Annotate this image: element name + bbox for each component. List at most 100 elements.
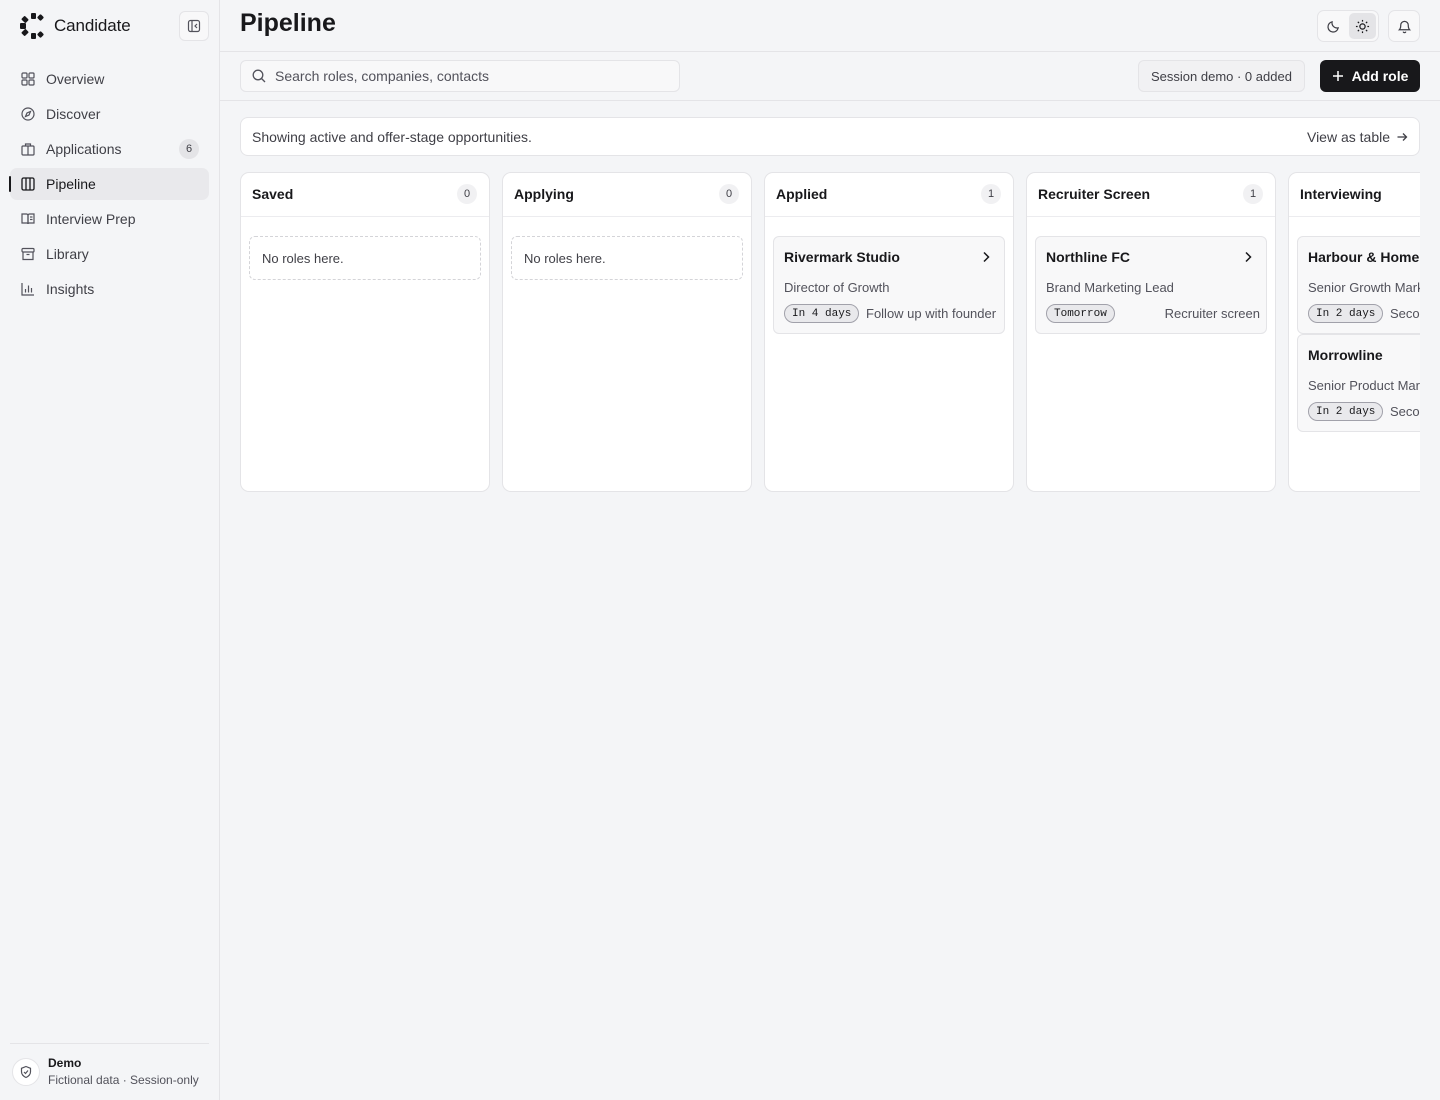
filter-description: Showing active and offer-stage opportuni… bbox=[252, 129, 532, 145]
column-header: Saved 0 bbox=[241, 173, 489, 217]
column-interviewing: Interviewing Harbour & Home Senior Growt… bbox=[1288, 172, 1420, 492]
sidebar-item-label: Applications bbox=[46, 141, 122, 157]
sidebar-item-insights[interactable]: Insights bbox=[10, 273, 209, 305]
due-badge: In 2 days bbox=[1308, 304, 1384, 323]
empty-state: No roles here. bbox=[511, 236, 743, 280]
dark-mode-button[interactable] bbox=[1320, 13, 1347, 39]
card-next-step: Second interview bbox=[1390, 404, 1420, 419]
add-role-label: Add role bbox=[1351, 68, 1409, 84]
column-saved: Saved 0 No roles here. bbox=[240, 172, 490, 492]
sidebar-item-label: Discover bbox=[46, 106, 101, 122]
column-header: Applied 1 bbox=[765, 173, 1013, 217]
column-count: 0 bbox=[719, 184, 739, 204]
page-title: Pipeline bbox=[240, 9, 336, 37]
light-mode-button[interactable] bbox=[1349, 13, 1376, 39]
sidebar-item-label: Interview Prep bbox=[46, 211, 136, 227]
column-title: Applying bbox=[514, 186, 574, 202]
plus-icon bbox=[1332, 71, 1343, 81]
card-company: Harbour & Home bbox=[1308, 249, 1420, 265]
notifications-button[interactable] bbox=[1388, 10, 1420, 42]
role-card[interactable]: Harbour & Home Senior Growth Marketing M… bbox=[1297, 236, 1420, 334]
card-role: Senior Growth Marketing Manager bbox=[1308, 280, 1420, 295]
column-count: 0 bbox=[457, 184, 477, 204]
column-title: Recruiter Screen bbox=[1038, 186, 1151, 202]
column-recruiter-screen: Recruiter Screen 1 Northline FC Brand Ma… bbox=[1026, 172, 1276, 492]
applications-count-badge: 6 bbox=[179, 139, 199, 159]
card-role: Director of Growth bbox=[784, 280, 890, 295]
archive-icon bbox=[20, 246, 36, 262]
empty-state-text: No roles here. bbox=[524, 251, 606, 266]
view-as-table-link[interactable]: View as table bbox=[1307, 129, 1408, 145]
sidebar-item-label: Library bbox=[46, 246, 89, 262]
sidebar-nav: Overview Discover Applications 6 Pipelin… bbox=[9, 63, 209, 308]
sidebar-collapse-icon bbox=[187, 19, 201, 33]
empty-state: No roles here. bbox=[249, 236, 481, 280]
sidebar-item-label: Insights bbox=[46, 281, 95, 297]
bell-icon bbox=[1397, 20, 1411, 33]
page-header: Pipeline bbox=[220, 0, 1440, 52]
sidebar-item-applications[interactable]: Applications 6 bbox=[10, 133, 209, 165]
role-card[interactable]: Northline FC Brand Marketing Lead Tomorr… bbox=[1035, 236, 1267, 334]
column-header: Recruiter Screen 1 bbox=[1027, 173, 1275, 217]
shield-check-icon bbox=[12, 1058, 40, 1086]
column-count: 1 bbox=[981, 184, 1001, 204]
card-company: Rivermark Studio bbox=[784, 249, 900, 265]
card-role: Brand Marketing Lead bbox=[1046, 280, 1174, 295]
column-applying: Applying 0 No roles here. bbox=[502, 172, 752, 492]
logo-icon bbox=[20, 13, 44, 39]
demo-subtitle: Fictional data · Session-only bbox=[48, 1073, 199, 1087]
card-company: Northline FC bbox=[1046, 249, 1130, 265]
column-applied: Applied 1 Rivermark Studio Director of G… bbox=[764, 172, 1014, 492]
moon-icon bbox=[1327, 20, 1339, 33]
brand[interactable]: Candidate bbox=[20, 11, 131, 41]
card-next-step: Second interview bbox=[1390, 306, 1420, 321]
sidebar-item-interview-prep[interactable]: Interview Prep bbox=[10, 203, 209, 235]
bar-chart-icon bbox=[20, 281, 36, 297]
sidebar-item-label: Pipeline bbox=[46, 176, 96, 192]
session-status: Session demo · 0 added bbox=[1138, 60, 1305, 92]
search-icon bbox=[251, 68, 267, 84]
grid-icon bbox=[20, 71, 36, 87]
filter-banner: Showing active and offer-stage opportuni… bbox=[240, 117, 1420, 156]
compass-icon bbox=[20, 106, 36, 122]
column-count: 1 bbox=[1243, 184, 1263, 204]
card-next-step: Follow up with founder bbox=[866, 306, 997, 321]
search-input[interactable] bbox=[275, 68, 675, 84]
column-title: Applied bbox=[776, 186, 828, 202]
column-header: Applying 0 bbox=[503, 173, 751, 217]
role-card[interactable]: Morrowline Senior Product Marketing Mana… bbox=[1297, 334, 1420, 432]
sidebar: Candidate Overview Discover Applications… bbox=[0, 0, 220, 1100]
arrow-right-icon bbox=[1397, 133, 1408, 141]
sidebar-item-label: Overview bbox=[46, 71, 105, 87]
card-company: Morrowline bbox=[1308, 347, 1383, 363]
building-icon bbox=[20, 141, 36, 157]
due-badge: In 4 days bbox=[784, 304, 860, 323]
chevron-right-icon[interactable] bbox=[980, 251, 992, 263]
due-badge: Tomorrow bbox=[1046, 304, 1115, 323]
sun-icon bbox=[1355, 19, 1370, 33]
collapse-sidebar-button[interactable] bbox=[179, 11, 209, 41]
sidebar-item-library[interactable]: Library bbox=[10, 238, 209, 270]
role-card[interactable]: Rivermark Studio Director of Growth In 4… bbox=[773, 236, 1005, 334]
search-box[interactable] bbox=[240, 60, 680, 92]
demo-title: Demo bbox=[48, 1056, 82, 1070]
sidebar-item-pipeline[interactable]: Pipeline bbox=[9, 168, 209, 200]
pipeline-board: Saved 0 No roles here. Applying 0 No rol… bbox=[240, 172, 1420, 492]
demo-mode-panel: Demo Fictional data · Session-only bbox=[10, 1043, 209, 1087]
toolbar: Session demo · 0 added Add role bbox=[220, 52, 1440, 101]
card-role: Senior Product Marketing Manager bbox=[1308, 378, 1420, 393]
columns-icon bbox=[20, 176, 36, 192]
column-header: Interviewing bbox=[1289, 173, 1420, 217]
card-next-step: Recruiter screen bbox=[1164, 306, 1260, 321]
view-as-table-label: View as table bbox=[1306, 129, 1390, 145]
theme-toggle bbox=[1317, 10, 1379, 42]
add-role-button[interactable]: Add role bbox=[1320, 60, 1420, 92]
sidebar-item-discover[interactable]: Discover bbox=[10, 98, 209, 130]
app-name: Candidate bbox=[54, 16, 131, 35]
book-icon bbox=[20, 211, 36, 227]
column-title: Saved bbox=[252, 186, 294, 202]
sidebar-item-overview[interactable]: Overview bbox=[10, 63, 209, 95]
column-title: Interviewing bbox=[1300, 186, 1382, 202]
empty-state-text: No roles here. bbox=[262, 251, 344, 266]
chevron-right-icon[interactable] bbox=[1242, 251, 1254, 263]
